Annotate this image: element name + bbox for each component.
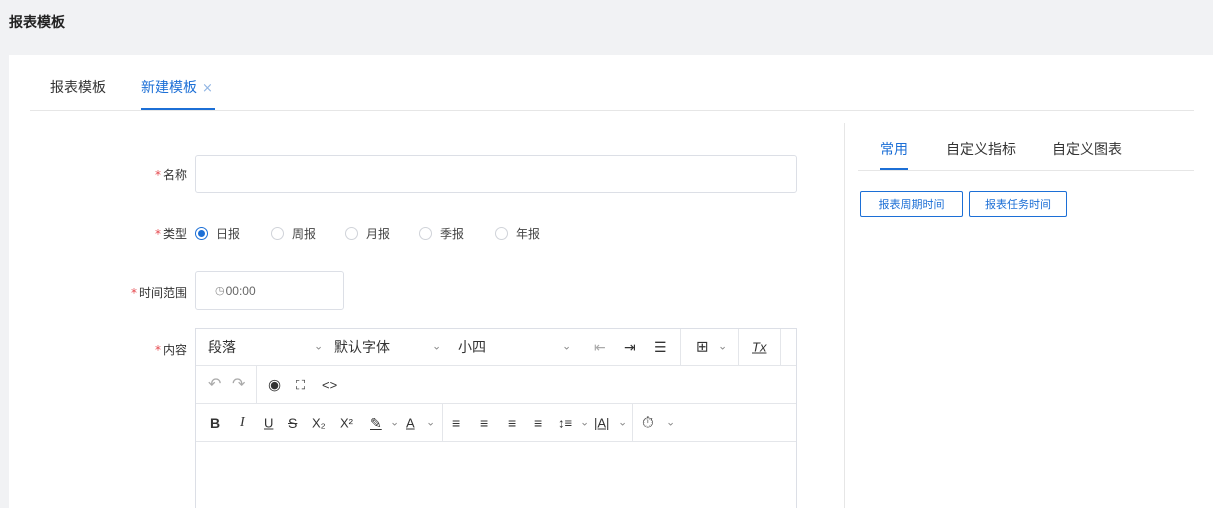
radio-checked-icon bbox=[195, 226, 208, 240]
toolbar-divider bbox=[738, 329, 739, 365]
toolbar-divider bbox=[256, 366, 257, 403]
page-header: 报表模板 bbox=[0, 0, 1213, 55]
italic-icon[interactable]: I bbox=[240, 415, 245, 430]
left-gutter bbox=[0, 55, 9, 508]
radio-daily[interactable]: 日报 bbox=[195, 225, 240, 241]
fullscreen-icon[interactable]: ⛶ bbox=[296, 378, 305, 391]
required-mark: * bbox=[154, 227, 161, 241]
chevron-down-icon[interactable]: ⌄ bbox=[618, 417, 627, 428]
active-tab-indicator bbox=[880, 168, 908, 170]
tab-report-templates[interactable]: 报表模板 bbox=[50, 77, 106, 97]
editor-toolbar-row-1: 段落 ⌄ 默认字体 ⌄ 小四 ⌄ ⇤ ⇥ ☰ ⊞ ⌄ Tx bbox=[196, 329, 796, 366]
chevron-down-icon[interactable]: ⌄ bbox=[666, 417, 675, 428]
chevron-down-icon[interactable]: ⌄ bbox=[562, 341, 571, 353]
clock-icon: ◷ bbox=[215, 285, 225, 297]
toolbar-divider bbox=[780, 329, 781, 365]
chevron-down-icon[interactable]: ⌄ bbox=[390, 417, 399, 428]
toolbar-divider bbox=[680, 329, 681, 365]
align-center-icon[interactable]: ≡ bbox=[480, 416, 488, 430]
underline-icon[interactable]: U bbox=[264, 416, 273, 429]
clear-format-icon[interactable]: Tx bbox=[752, 341, 766, 354]
font-size-select[interactable]: 小四 bbox=[458, 340, 486, 354]
preview-eye-icon[interactable]: ◉ bbox=[268, 377, 281, 392]
chevron-down-icon[interactable]: ⌄ bbox=[718, 341, 727, 353]
name-input[interactable] bbox=[195, 155, 797, 193]
bold-icon[interactable]: B bbox=[210, 416, 220, 430]
name-label: * 名称 bbox=[154, 168, 187, 182]
type-label: * 类型 bbox=[154, 227, 187, 241]
tab-bar: 报表模板 新建模板 × bbox=[30, 55, 1194, 111]
close-icon[interactable]: × bbox=[202, 81, 213, 96]
code-view-icon[interactable]: <> bbox=[322, 378, 337, 391]
radio-quarterly[interactable]: 季报 bbox=[419, 225, 464, 241]
panel-tab-divider bbox=[858, 170, 1194, 171]
indent-icon[interactable]: ⇥ bbox=[624, 340, 636, 354]
font-family-select[interactable]: 默认字体 bbox=[334, 340, 390, 354]
redo-icon[interactable]: ↷ bbox=[232, 376, 245, 393]
toolbar-divider bbox=[442, 404, 443, 441]
chevron-down-icon[interactable]: ⌄ bbox=[426, 417, 435, 428]
editor-toolbar-row-3: B I U S X₂ X² ✎ ⌄ A ⌄ ≡ ≡ ≡ ≡ ↕≡ ⌄ |A| ⌄… bbox=[196, 404, 796, 442]
required-mark: * bbox=[154, 168, 161, 182]
highlight-pen-icon[interactable]: ✎ bbox=[370, 416, 382, 430]
subscript-icon[interactable]: X₂ bbox=[312, 416, 326, 429]
undo-icon[interactable]: ↶ bbox=[208, 376, 221, 393]
tab-custom-metrics[interactable]: 自定义指标 bbox=[946, 139, 1016, 159]
superscript-icon[interactable]: X² bbox=[340, 416, 353, 429]
time-range-input[interactable]: ◷ 00:00 bbox=[195, 271, 344, 310]
editor-content-area[interactable] bbox=[196, 442, 796, 508]
radio-unchecked-icon bbox=[345, 226, 358, 240]
align-right-icon[interactable]: ≡ bbox=[508, 416, 516, 430]
radio-unchecked-icon bbox=[495, 226, 508, 240]
radio-monthly[interactable]: 月报 bbox=[345, 225, 390, 241]
strikethrough-icon[interactable]: S bbox=[288, 416, 297, 430]
outdent-icon[interactable]: ⇤ bbox=[594, 340, 606, 354]
tab-new-template-label: 新建模板 bbox=[141, 80, 197, 96]
table-icon[interactable]: ⊞ bbox=[696, 340, 709, 355]
list-icon[interactable]: ☰ bbox=[654, 340, 667, 354]
editor-toolbar-row-2: ↶ ↷ ◉ ⛶ <> bbox=[196, 366, 796, 404]
chevron-down-icon[interactable]: ⌄ bbox=[580, 417, 589, 428]
rich-text-editor: 段落 ⌄ 默认字体 ⌄ 小四 ⌄ ⇤ ⇥ ☰ ⊞ ⌄ Tx ↶ ↷ ◉ ⛶ <>… bbox=[195, 328, 797, 508]
radio-weekly[interactable]: 周报 bbox=[271, 225, 316, 241]
toolbar-divider bbox=[632, 404, 633, 441]
tab-new-template[interactable]: 新建模板 × bbox=[141, 77, 213, 97]
paragraph-select[interactable]: 段落 bbox=[208, 340, 236, 354]
main-card: 报表模板 新建模板 × * 名称 * 类型 日报 周报 月报 季报 年报 * 时间范围 bbox=[9, 55, 1213, 508]
variables-panel: 常用 自定义指标 自定义图表 报表周期时间 报表任务时间 bbox=[844, 123, 1194, 508]
time-range-label: * 时间范围 bbox=[130, 286, 187, 300]
required-mark: * bbox=[154, 343, 161, 357]
required-mark: * bbox=[130, 286, 137, 300]
font-color-icon[interactable]: A bbox=[406, 416, 415, 429]
justify-icon[interactable]: ≡ bbox=[534, 416, 542, 430]
report-period-time-button[interactable]: 报表周期时间 bbox=[860, 191, 963, 217]
insert-time-icon[interactable]: ⏱ bbox=[642, 415, 654, 430]
tab-custom-charts[interactable]: 自定义图表 bbox=[1052, 139, 1122, 159]
radio-unchecked-icon bbox=[271, 226, 284, 240]
radio-yearly[interactable]: 年报 bbox=[495, 225, 540, 241]
letter-spacing-icon[interactable]: |A| bbox=[594, 416, 609, 429]
page-title: 报表模板 bbox=[9, 15, 65, 31]
report-task-time-button[interactable]: 报表任务时间 bbox=[969, 191, 1067, 217]
radio-unchecked-icon bbox=[419, 226, 432, 240]
content-label: * 内容 bbox=[154, 343, 187, 357]
active-tab-indicator bbox=[141, 108, 215, 110]
tab-common[interactable]: 常用 bbox=[880, 139, 908, 159]
line-height-icon[interactable]: ↕≡ bbox=[558, 416, 572, 429]
align-left-icon[interactable]: ≡ bbox=[452, 416, 460, 430]
chevron-down-icon[interactable]: ⌄ bbox=[314, 341, 323, 353]
chevron-down-icon[interactable]: ⌄ bbox=[432, 341, 441, 353]
